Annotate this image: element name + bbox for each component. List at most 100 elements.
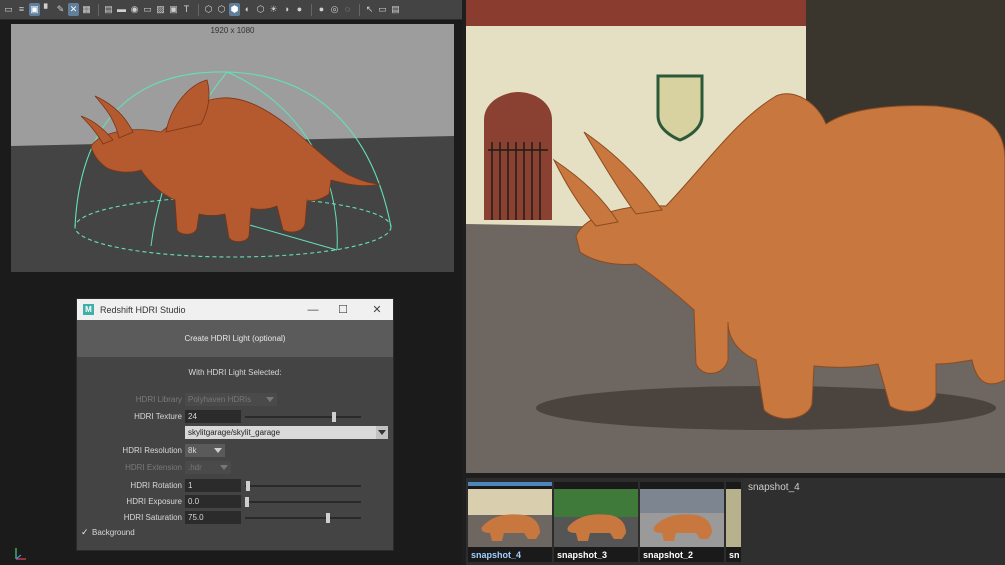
motion-blur-icon[interactable]: ⬡ — [255, 3, 266, 16]
background-checkbox[interactable]: ✓ — [81, 528, 90, 537]
field-chart-icon[interactable]: ◉ — [129, 3, 140, 16]
snapshot-thumbnail[interactable]: snapshot_2 — [640, 482, 724, 562]
hdri-extension-row: HDRI Extension .hdr — [77, 461, 393, 475]
textured-icon[interactable]: ⬡ — [203, 3, 214, 16]
use-lights-icon[interactable]: ⬡ — [216, 3, 227, 16]
hdri-library-row: HDRI Library Polyhaven HDRIs — [77, 393, 393, 407]
create-hdri-light-button[interactable]: Create HDRI Light (optional) — [77, 320, 393, 357]
hdri-resolution-label: HDRI Resolution — [122, 446, 182, 455]
background-row: ✓ Background — [77, 526, 393, 540]
snapshot-label: snapshot_2 — [643, 550, 694, 560]
hdri-resolution-row: HDRI Resolution 8k — [77, 444, 393, 458]
gate-mask-icon[interactable]: ▬ — [116, 3, 127, 16]
select-camera-icon[interactable]: ✕ — [68, 3, 79, 16]
hdri-exposure-field[interactable]: 0.0 — [185, 495, 241, 508]
hdri-extension-dropdown: .hdr — [185, 461, 231, 474]
hdri-exposure-slider[interactable] — [245, 497, 361, 507]
attributes-icon[interactable]: ≡ — [16, 3, 27, 16]
hdri-library-label: HDRI Library — [135, 395, 182, 404]
maya-workspace: ▭ ≡ ▣ ▘ ✎ ✕ ▦ ▤ ▬ ◉ ▭ ▨ ▣ T ⬡ ⬡ ⬢ ◐ ⬡ ☀ … — [0, 0, 1005, 565]
shadows-icon[interactable]: ⬢ — [229, 3, 240, 16]
snapshot-name: snapshot_4 — [748, 482, 800, 493]
expand-panel-icon[interactable]: ▤ — [390, 3, 401, 16]
film-gate-icon[interactable]: ▦ — [81, 3, 92, 16]
panel-layout-icon[interactable]: ▭ — [377, 3, 388, 16]
active-indicator — [468, 482, 552, 486]
hdri-texture-row: HDRI Texture 24 — [77, 410, 393, 424]
chevron-down-icon — [220, 465, 228, 470]
snapshot-thumbnail[interactable]: snapshot_3 — [554, 482, 638, 562]
xray-icon[interactable]: ◑ — [281, 3, 292, 16]
active-indicator — [554, 482, 638, 486]
chevron-down-icon — [376, 426, 388, 439]
hdri-rotation-slider[interactable] — [245, 481, 361, 491]
toolbar-separator — [98, 3, 99, 16]
hdri-rotation-label: HDRI Rotation — [130, 481, 182, 490]
render-view-icon[interactable]: ● — [316, 3, 327, 16]
snapshot-thumbnail[interactable]: snapshot_4 — [468, 482, 552, 562]
hdri-path-value: skylitgarage/skylit_garage — [188, 428, 281, 437]
hdri-texture-field[interactable]: 24 — [185, 410, 241, 423]
hdri-saturation-slider[interactable] — [245, 513, 361, 523]
slider-handle[interactable] — [326, 513, 330, 523]
snapshot-preview — [640, 489, 724, 547]
hdri-exposure-label: HDRI Exposure — [126, 497, 182, 506]
snapshot-preview — [726, 489, 741, 547]
snapshot-info-panel: snapshot_4 — [741, 478, 1005, 565]
close-button[interactable]: ✕ — [367, 303, 387, 317]
viewport-scene — [11, 71, 454, 272]
hdri-library-dropdown: Polyhaven HDRIs — [185, 393, 277, 406]
snapshot-thumbnail[interactable]: sn — [726, 482, 741, 562]
hdri-rotation-field[interactable]: 1 — [185, 479, 241, 492]
slider-handle[interactable] — [245, 497, 249, 507]
active-indicator — [726, 482, 741, 486]
ambient-occlusion-icon[interactable]: ◐ — [242, 3, 253, 16]
snapshot-preview — [554, 489, 638, 547]
hdri-rotation-row: HDRI Rotation 1 — [77, 479, 393, 493]
render-view-image[interactable] — [466, 0, 1005, 473]
hdri-extension-label: HDRI Extension — [125, 463, 182, 472]
redshift-hdri-studio-dialog: M Redshift HDRI Studio — ☐ ✕ Create HDRI… — [76, 298, 394, 551]
toggle-hud-icon[interactable]: ◎ — [329, 3, 340, 16]
3d-viewport[interactable]: 1920 x 1080 — [11, 24, 454, 272]
axis-gizmo-icon — [15, 548, 26, 560]
slider-handle[interactable] — [246, 481, 250, 491]
resolution-gate-icon[interactable]: ▤ — [103, 3, 114, 16]
isolate-select-icon[interactable]: ◌ — [342, 3, 353, 16]
maya-logo-icon: M — [83, 304, 94, 315]
bookmark-icon[interactable]: ▘ — [42, 3, 53, 16]
minimize-button[interactable]: — — [303, 303, 323, 317]
hdri-exposure-row: HDRI Exposure 0.0 — [77, 495, 393, 509]
hdri-path-dropdown[interactable]: skylitgarage/skylit_garage — [185, 426, 388, 439]
hdri-texture-label: HDRI Texture — [134, 412, 182, 421]
xray-joints-icon[interactable]: ● — [294, 3, 305, 16]
resolution-readout: 1920 x 1080 — [210, 26, 255, 35]
snapshot-label: snapshot_4 — [471, 550, 522, 560]
image-plane-icon[interactable]: ▣ — [29, 3, 40, 16]
snapshot-label: snapshot_3 — [557, 550, 608, 560]
maximize-button[interactable]: ☐ — [333, 303, 353, 317]
pointer-icon[interactable]: ↖ — [364, 3, 375, 16]
selected-light-heading: With HDRI Light Selected: — [188, 367, 282, 377]
chevron-down-icon — [214, 448, 222, 453]
hdri-extension-value: .hdr — [188, 463, 202, 472]
background-label: Background — [92, 528, 135, 537]
hdri-saturation-field[interactable]: 75.0 — [185, 511, 241, 524]
toolbar-separator — [311, 3, 312, 16]
dialog-titlebar[interactable]: M Redshift HDRI Studio — ☐ ✕ — [77, 299, 393, 320]
safe-action-icon[interactable]: ▭ — [142, 3, 153, 16]
toolbar-separator — [359, 3, 360, 16]
snapshot-preview — [468, 489, 552, 547]
smooth-shade-icon[interactable]: T — [181, 3, 192, 16]
camera-icon[interactable]: ▭ — [3, 3, 14, 16]
brick-archway — [484, 92, 552, 220]
grid-icon[interactable]: ✎ — [55, 3, 66, 16]
hdri-texture-slider[interactable] — [245, 412, 361, 422]
hdri-resolution-dropdown[interactable]: 8k — [185, 444, 225, 457]
slider-handle[interactable] — [332, 412, 336, 422]
isolate-icon[interactable]: ☀ — [268, 3, 279, 16]
wireframe-icon[interactable]: ▣ — [168, 3, 179, 16]
hdri-resolution-value: 8k — [188, 446, 197, 455]
hdri-library-value: Polyhaven HDRIs — [188, 395, 252, 404]
safe-title-icon[interactable]: ▨ — [155, 3, 166, 16]
